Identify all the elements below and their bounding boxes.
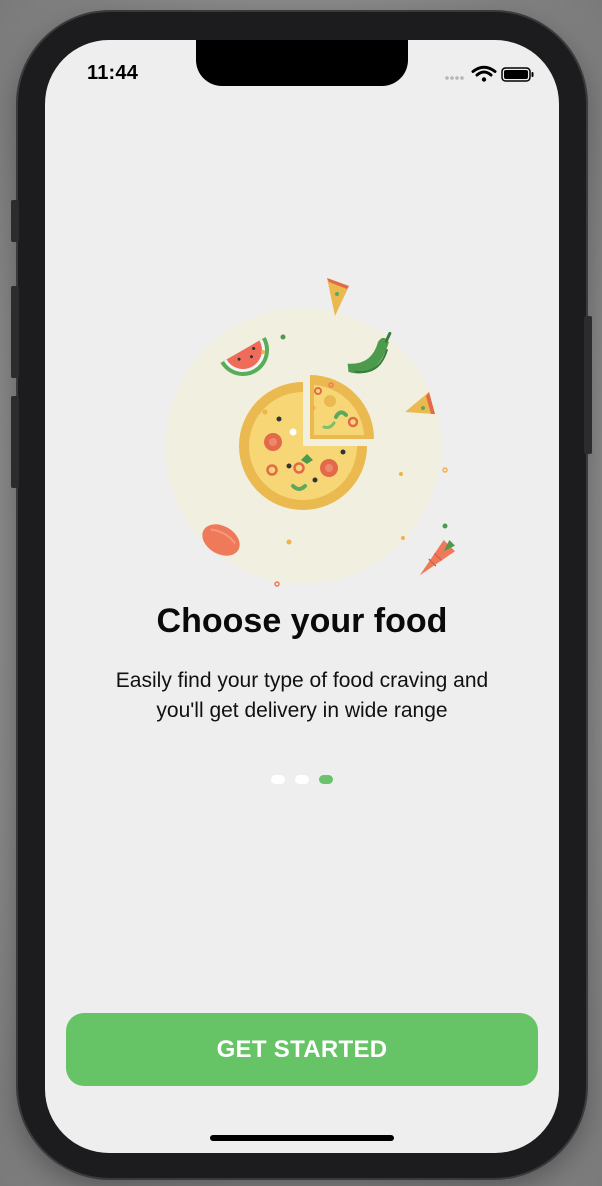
page-dot-3-active[interactable] [319, 774, 333, 784]
power-button [584, 316, 592, 454]
page-dot-1[interactable] [271, 774, 285, 784]
volume-up-button [11, 286, 19, 378]
onboarding-subtitle: Easily find your type of food craving an… [85, 666, 519, 726]
app-screen: 11:44 Choose your food Easily find your … [45, 40, 559, 1153]
notch [196, 40, 408, 86]
get-started-button[interactable]: GET STARTED [66, 1013, 538, 1086]
pizza-illustration [155, 240, 456, 590]
subtitle-line-2: you'll get delivery in wide range [156, 699, 448, 722]
status-time: 11:44 [87, 62, 139, 84]
battery-icon [501, 67, 534, 82]
volume-down-button [11, 396, 19, 488]
page-dot-2[interactable] [295, 774, 309, 784]
home-indicator[interactable] [210, 1135, 394, 1141]
status-icons [442, 64, 538, 84]
page-indicator[interactable] [271, 773, 333, 785]
cellular-dots-icon [445, 76, 464, 80]
wifi-icon [471, 65, 497, 82]
silent-switch [11, 200, 19, 242]
subtitle-line-1: Easily find your type of food craving an… [115, 669, 489, 692]
onboarding-title: Choose your food [156, 602, 448, 640]
